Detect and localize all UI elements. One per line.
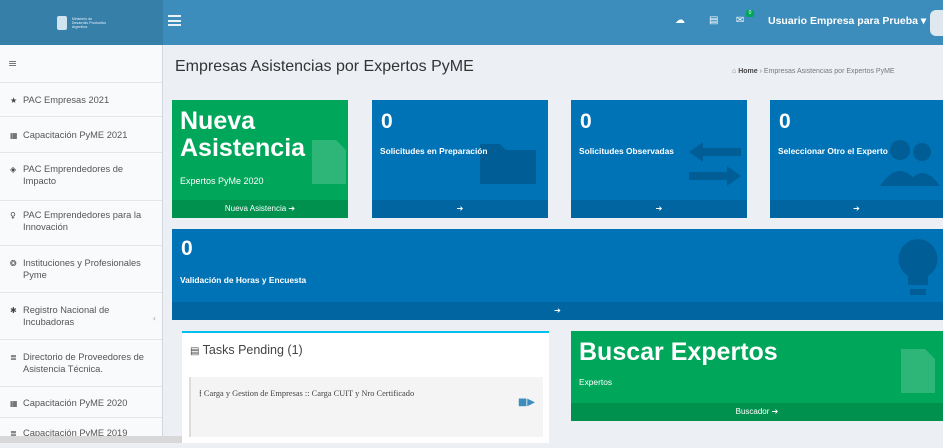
folder-go-icon[interactable]: ■▶ bbox=[518, 397, 535, 408]
star-icon: ★ bbox=[10, 96, 18, 105]
sidebar-item-label: Capacitación PyME 2020 bbox=[23, 398, 128, 408]
validacion-box: 0 Validación de Horas y Encuesta ➔ bbox=[172, 229, 943, 320]
preparacion-count: 0 bbox=[381, 110, 393, 133]
sidebar-item-label: Registro Nacional de Incubadoras bbox=[23, 305, 110, 327]
logo-line-3: Argentina bbox=[71, 24, 88, 29]
exchange-icon bbox=[689, 142, 741, 186]
tasks-header: ▤ Tasks Pending (1) bbox=[190, 343, 303, 357]
sidebar-item-directorio[interactable]: ≣ Directorio de Proveedores de Asistenci… bbox=[0, 340, 162, 387]
chevron-left-icon: ‹ bbox=[152, 314, 156, 323]
lightbulb-icon: ♀ bbox=[10, 211, 16, 220]
grid-icon[interactable]: ▤ bbox=[709, 16, 719, 26]
sidebar-item-capacitacion-2020[interactable]: ▦ Capacitación PyME 2020 bbox=[0, 387, 162, 418]
validacion-count: 0 bbox=[181, 237, 193, 260]
task-text: ⁞ Carga y Gestion de Empresas :: Carga C… bbox=[199, 389, 414, 398]
validacion-label: Validación de Horas y Encuesta bbox=[180, 275, 307, 285]
otro-experto-label: Seleccionar Otro el Experto bbox=[778, 146, 888, 156]
list-icon: ≣ bbox=[10, 353, 17, 362]
tasks-header-label: Tasks Pending (1) bbox=[202, 343, 303, 357]
top-navbar: Ministerio de Desarrollo Productivo Arge… bbox=[0, 0, 943, 45]
lightbulb-icon bbox=[898, 239, 938, 295]
sidebar-item-label: Capacitación PyME 2021 bbox=[23, 130, 128, 140]
cloud-icon[interactable]: ☁ bbox=[675, 16, 685, 26]
task-item[interactable]: ⁞ Carga y Gestion de Empresas :: Carga C… bbox=[189, 377, 543, 437]
sidebar-item-label: PAC Emprendedores para la Innovación bbox=[23, 210, 142, 232]
sidebar-item-capacitacion-2019[interactable]: ≣ Capacitación PyME 2019 bbox=[0, 418, 162, 448]
book-icon: ▦ bbox=[10, 131, 18, 140]
breadcrumb: ⌂ Home › Empresas Asistencias por Expert… bbox=[732, 68, 943, 75]
sidebar-item-incubadoras[interactable]: ✱ Registro Nacional de Incubadoras ‹ bbox=[0, 293, 162, 340]
sidebar-item-emprendedores-innovacion[interactable]: ♀ PAC Emprendedores para la Innovación bbox=[0, 201, 162, 246]
sidebar-item-label: PAC Emprendedores de Impacto bbox=[23, 164, 124, 186]
nueva-asistencia-link[interactable]: Nueva Asistencia ➔ bbox=[172, 200, 348, 218]
preparacion-box: 0 Solicitudes en Preparación ➔ bbox=[372, 100, 548, 218]
sidebar-item-label: Directorio de Proveedores de Asistencia … bbox=[23, 352, 144, 374]
gear-icon: ❂ bbox=[10, 259, 17, 268]
validacion-more-link[interactable]: ➔ bbox=[172, 302, 943, 320]
sidebar: ≡ ★ PAC Empresas 2021 ▦ Capacitación PyM… bbox=[0, 45, 163, 443]
menu-toggle-icon[interactable] bbox=[168, 15, 181, 26]
nueva-asistencia-box: Nueva Asistencia Expertos PyMe 2020 Nuev… bbox=[172, 100, 348, 218]
otro-experto-more-link[interactable]: ➔ bbox=[770, 200, 943, 218]
home-icon: ⌂ bbox=[732, 68, 737, 75]
tasks-panel: ▤ Tasks Pending (1) ⁞ Carga y Gestion de… bbox=[182, 331, 549, 443]
sidebar-menu-icon[interactable]: ≡ bbox=[0, 45, 162, 83]
user-avatar[interactable] bbox=[930, 10, 943, 36]
sidebar-item-label: PAC Empresas 2021 bbox=[23, 95, 110, 105]
sidebar-item-capacitacion-2021[interactable]: ▦ Capacitación PyME 2021 bbox=[0, 117, 162, 153]
otro-experto-count: 0 bbox=[779, 110, 791, 133]
observadas-count: 0 bbox=[580, 110, 592, 133]
document-icon bbox=[901, 349, 935, 393]
nueva-asistencia-title: Nueva Asistencia bbox=[180, 107, 306, 162]
otro-experto-box: 0 Seleccionar Otro el Experto ➔ bbox=[770, 100, 943, 218]
observadas-more-link[interactable]: ➔ bbox=[571, 200, 747, 218]
user-menu[interactable]: Usuario Empresa para Prueba ▾ bbox=[768, 15, 926, 27]
buscar-expertos-subtitle: Expertos bbox=[579, 377, 613, 387]
preparacion-label: Solicitudes en Preparación bbox=[380, 146, 488, 156]
task-label: Carga y Gestion de Empresas :: Carga CUI… bbox=[203, 389, 415, 398]
observadas-box: 0 Solicitudes Observadas ➔ bbox=[571, 100, 747, 218]
asterisk-icon: ✱ bbox=[10, 306, 17, 315]
nueva-asistencia-subtitle: Expertos PyMe 2020 bbox=[180, 176, 264, 186]
envelope-icon[interactable]: ✉ bbox=[736, 16, 746, 26]
preparacion-more-link[interactable]: ➔ bbox=[372, 200, 548, 218]
buscador-link[interactable]: Buscador ➔ bbox=[571, 403, 943, 421]
ministry-logo[interactable]: Ministerio de Desarrollo Productivo Arge… bbox=[0, 0, 163, 45]
sidebar-item-instituciones[interactable]: ❂ Instituciones y Profesionales Pyme bbox=[0, 246, 162, 293]
page-title: Empresas Asistencias por Expertos PyME bbox=[175, 58, 474, 75]
folder-icon bbox=[480, 144, 536, 184]
breadcrumb-home[interactable]: Home bbox=[738, 68, 757, 75]
observadas-label: Solicitudes Observadas bbox=[579, 146, 674, 156]
users-icon bbox=[880, 140, 940, 186]
book-icon: ▦ bbox=[10, 399, 18, 408]
sidebar-item-pac-empresas-2021[interactable]: ★ PAC Empresas 2021 bbox=[0, 83, 162, 117]
sidebar-item-label: Instituciones y Profesionales Pyme bbox=[23, 258, 141, 280]
sidebar-item-emprendedores-impacto[interactable]: ◈ PAC Emprendedores de Impacto bbox=[0, 153, 162, 201]
mail-badge: 0 bbox=[746, 10, 754, 17]
breadcrumb-current: Empresas Asistencias por Expertos PyME bbox=[763, 68, 895, 75]
buscar-expertos-box: Buscar Expertos Expertos Buscador ➔ bbox=[571, 331, 943, 421]
logo-line-2: Desarrollo Productivo bbox=[71, 20, 107, 25]
emblem-icon bbox=[56, 15, 67, 30]
calendar-icon: ▤ bbox=[190, 346, 203, 357]
globe-icon: ◈ bbox=[10, 165, 17, 174]
buscar-expertos-title: Buscar Expertos bbox=[579, 338, 778, 366]
